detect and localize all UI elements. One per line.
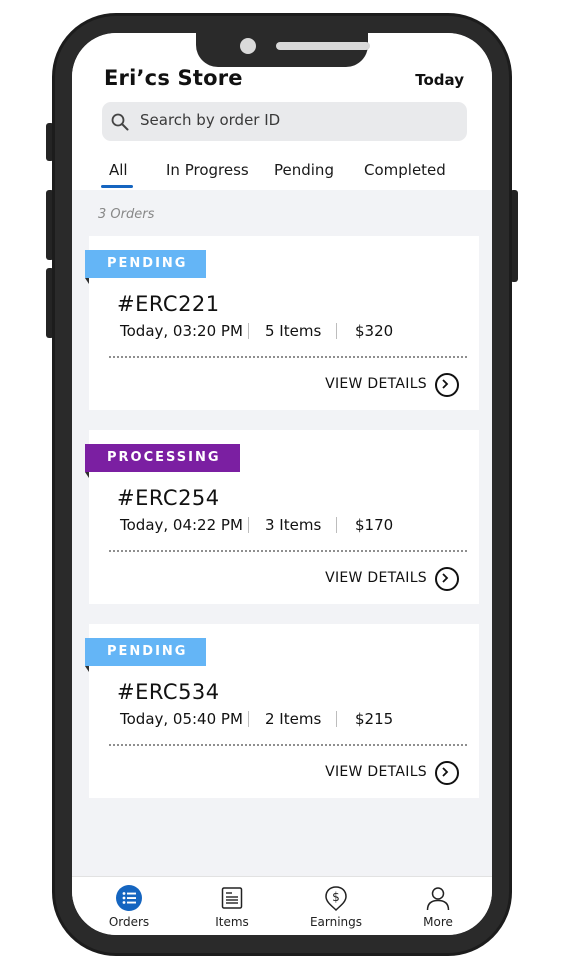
meta-divider [248, 323, 249, 339]
meta-divider [336, 517, 337, 533]
search-input[interactable] [138, 110, 442, 130]
order-items: 5 Items [265, 322, 322, 340]
order-id: #ERC221 [117, 292, 220, 316]
date-filter[interactable]: Today [415, 71, 464, 89]
order-id: #ERC534 [117, 680, 220, 704]
nav-label: More [423, 915, 453, 929]
order-count: 3 Orders [98, 207, 155, 222]
status-badge: PROCESSING [85, 444, 240, 478]
badge-fold [85, 666, 89, 672]
order-card[interactable]: PENDING #ERC221 Today, 03:20 PM 5 Items … [85, 236, 479, 410]
status-label: PENDING [107, 644, 188, 659]
order-amount: $170 [355, 516, 394, 534]
order-time: Today, 03:20 PM [120, 322, 243, 340]
order-time: Today, 05:40 PM [120, 710, 243, 728]
order-amount: $215 [355, 710, 394, 728]
badge-fold [85, 278, 89, 284]
order-items: 3 Items [265, 516, 322, 534]
list-icon [116, 885, 142, 911]
tab-in-progress[interactable]: In Progress [166, 161, 249, 179]
order-time: Today, 04:22 PM [120, 516, 243, 534]
view-details-link[interactable]: VIEW DETAILS [325, 376, 427, 392]
active-tab-indicator [101, 185, 133, 188]
meta-divider [248, 711, 249, 727]
order-items: 2 Items [265, 710, 322, 728]
view-details-link[interactable]: VIEW DETAILS [325, 570, 427, 586]
nav-item-more[interactable]: More [398, 877, 478, 935]
dotted-divider [109, 744, 467, 746]
nav-label: Items [215, 915, 249, 929]
dotted-divider [109, 550, 467, 552]
meta-divider [248, 517, 249, 533]
svg-text:$: $ [332, 890, 340, 904]
page-title: Eri’cs Store [104, 66, 243, 90]
badge-fold [85, 472, 89, 478]
tab-all[interactable]: All [109, 161, 128, 179]
order-id: #ERC254 [117, 486, 220, 510]
status-badge: PENDING [85, 250, 207, 284]
nav-label: Orders [108, 915, 150, 929]
nav-item-items[interactable]: Items [192, 877, 272, 935]
camera-icon [240, 38, 256, 54]
order-amount: $320 [355, 322, 394, 340]
order-card[interactable]: PROCESSING #ERC254 Today, 04:22 PM 3 Ite… [85, 430, 479, 604]
nav-label: Earnings [309, 915, 363, 929]
chevron-right-icon[interactable] [435, 567, 459, 591]
search-icon [111, 113, 129, 131]
meta-divider [336, 323, 337, 339]
meta-divider [336, 711, 337, 727]
status-label: PROCESSING [107, 450, 221, 465]
person-icon [426, 887, 450, 911]
speaker-grille [276, 42, 370, 50]
nav-item-orders[interactable]: Orders [89, 877, 169, 935]
tab-pending[interactable]: Pending [274, 161, 334, 179]
tab-completed[interactable]: Completed [364, 161, 446, 179]
dotted-divider [109, 356, 467, 358]
nav-item-earnings[interactable]: $ Earnings [296, 877, 376, 935]
view-details-link[interactable]: VIEW DETAILS [325, 764, 427, 780]
status-badge: PENDING [85, 638, 207, 672]
order-card[interactable]: PENDING #ERC534 Today, 05:40 PM 2 Items … [85, 624, 479, 798]
status-label: PENDING [107, 256, 188, 271]
receipt-icon [221, 887, 243, 909]
app-screen: Eri’cs Store Today All In Progress Pendi… [72, 33, 492, 935]
bottom-nav: Orders Items $ Earnings More [72, 876, 492, 935]
search-bar[interactable] [102, 102, 467, 141]
phone-notch [196, 33, 370, 67]
chevron-right-icon[interactable] [435, 373, 459, 397]
chevron-right-icon[interactable] [435, 761, 459, 785]
dollar-pin-icon: $ [325, 886, 347, 911]
